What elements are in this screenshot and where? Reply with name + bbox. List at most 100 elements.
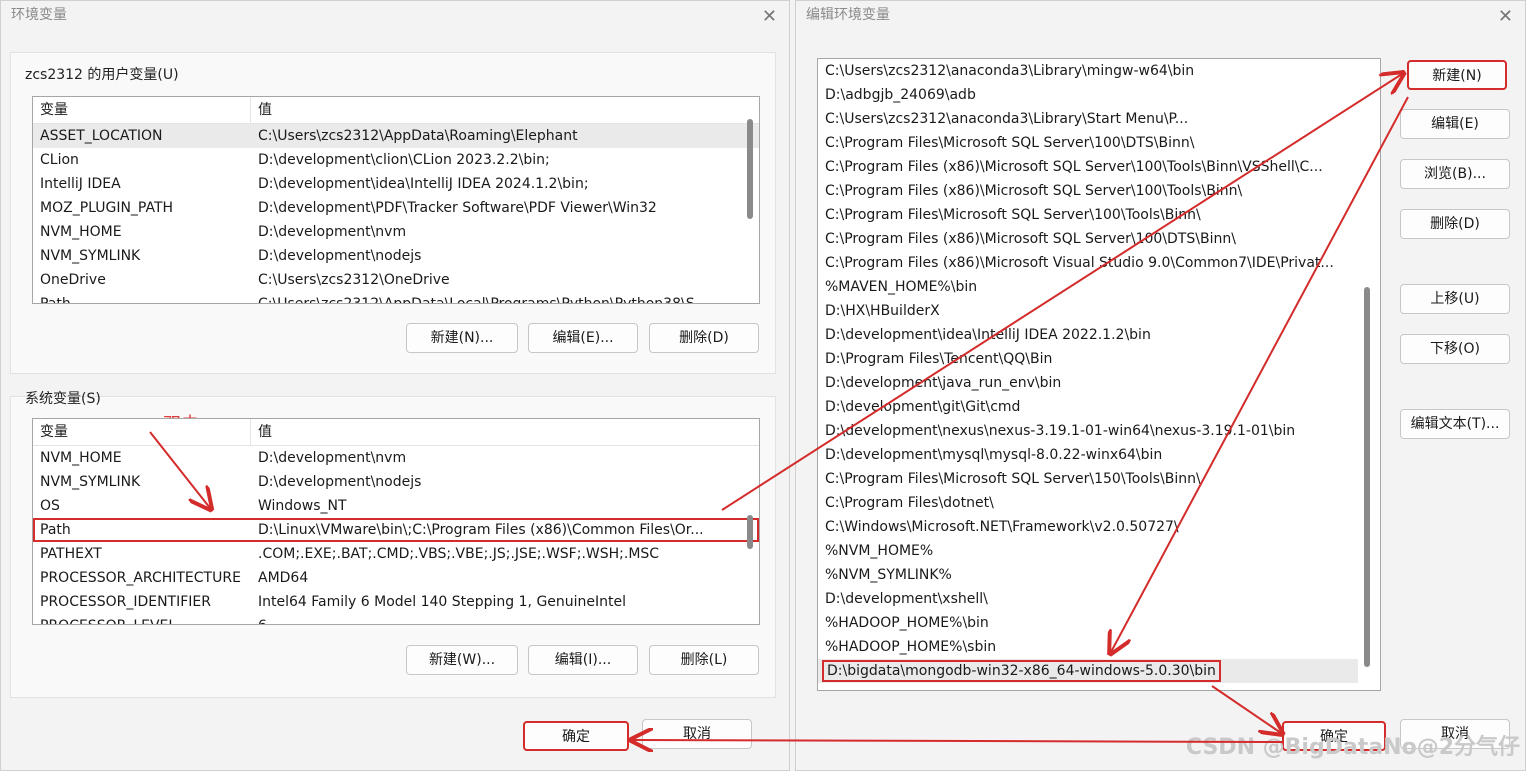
- path-entry[interactable]: D:\development\nexus\nexus-3.19.1-01-win…: [818, 419, 1358, 443]
- variable-name-cell: NVM_SYMLINK: [40, 474, 141, 490]
- path-entry-text: C:\Users\zcs2312\anaconda3\Library\Start…: [825, 111, 1189, 127]
- table-row[interactable]: NVM_HOME D:\development\nvm: [33, 446, 759, 470]
- table-row[interactable]: Path D:\Linux\VMware\bin\;C:\Program File…: [33, 518, 759, 542]
- path-delete-button[interactable]: 删除(D): [1400, 209, 1510, 239]
- column-header-value[interactable]: 值: [251, 97, 272, 123]
- path-move-down-button[interactable]: 下移(O): [1400, 334, 1510, 364]
- table-row[interactable]: ASSET_LOCATION C:\Users\zcs2312\AppData\R…: [33, 124, 759, 148]
- table-row[interactable]: NVM_SYMLINK D:\development\nodejs: [33, 470, 759, 494]
- variable-name-cell: OneDrive: [40, 272, 106, 288]
- path-browse-button[interactable]: 浏览(B)...: [1400, 159, 1510, 189]
- variable-value-cell: C:\Users\zcs2312\OneDrive: [258, 272, 450, 288]
- path-move-up-button[interactable]: 上移(U): [1400, 284, 1510, 314]
- path-entry[interactable]: %MAVEN_HOME%\bin: [818, 275, 1358, 299]
- path-entry-text: %MAVEN_HOME%\bin: [825, 279, 978, 295]
- table-row[interactable]: NVM_SYMLINK D:\development\nodejs: [33, 244, 759, 268]
- system-variables-table[interactable]: 变量 值 NVM_HOME D:\development\nvm NVM_SYMLI…: [32, 418, 760, 625]
- table-row[interactable]: MOZ_PLUGIN_PATH D:\development\PDF\Tracke…: [33, 196, 759, 220]
- variable-name-cell: OS: [40, 498, 60, 514]
- path-entry[interactable]: C:\Program Files\Microsoft SQL Server\10…: [818, 131, 1358, 155]
- variable-value-cell: D:\development\idea\IntelliJ IDEA 2024.1…: [258, 176, 589, 192]
- close-icon[interactable]: ✕: [1498, 3, 1513, 31]
- path-entry[interactable]: C:\Program Files (x86)\Microsoft SQL Ser…: [818, 179, 1358, 203]
- path-entry[interactable]: D:\HX\HBuilderX: [818, 299, 1358, 323]
- path-entry[interactable]: D:\adbgjb_24069\adb: [818, 83, 1358, 107]
- variable-value-cell: C:\Users\zcs2312\AppData\Roaming\Elephan…: [258, 128, 578, 144]
- path-entry-text: D:\development\git\Git\cmd: [825, 399, 1021, 415]
- path-entries-list[interactable]: C:\Users\zcs2312\anaconda3\Library\mingw…: [817, 58, 1381, 691]
- user-delete-button[interactable]: 删除(D): [649, 323, 759, 353]
- path-entry[interactable]: D:\development\mysql\mysql-8.0.22-winx64…: [818, 443, 1358, 467]
- table-row[interactable]: PROCESSOR_LEVEL6: [33, 614, 759, 624]
- path-entry-text: C:\Program Files\Microsoft SQL Server\10…: [825, 135, 1195, 151]
- path-entry-text: D:\development\java_run_env\bin: [825, 375, 1062, 391]
- path-entry[interactable]: D:\development\git\Git\cmd: [818, 395, 1358, 419]
- user-table-scrollbar[interactable]: [747, 119, 753, 219]
- path-entry[interactable]: %NVM_SYMLINK%: [818, 563, 1358, 587]
- left-ok-button[interactable]: 确定: [523, 721, 629, 751]
- system-edit-button[interactable]: 编辑(I)...: [528, 645, 638, 675]
- system-new-button[interactable]: 新建(W)...: [406, 645, 518, 675]
- table-row[interactable]: OS Windows_NT: [33, 494, 759, 518]
- user-edit-button[interactable]: 编辑(E)...: [528, 323, 638, 353]
- user-variables-table[interactable]: 变量 值 ASSET_LOCATION C:\Users\zcs2312\AppD…: [32, 96, 760, 304]
- path-entry-text: C:\Program Files\dotnet\: [825, 495, 994, 511]
- path-new-button[interactable]: 新建(N): [1407, 60, 1507, 90]
- path-entry[interactable]: C:\Program Files (x86)\Microsoft SQL Ser…: [818, 227, 1358, 251]
- variable-name-cell: CLion: [40, 152, 79, 168]
- variable-name-cell: NVM_SYMLINK: [40, 248, 141, 264]
- path-entry[interactable]: D:\Program Files\Tencent\QQ\Bin: [818, 347, 1358, 371]
- variable-value-cell: D:\development\nodejs: [258, 474, 422, 490]
- path-entry[interactable]: C:\Users\zcs2312\anaconda3\Library\Start…: [818, 107, 1358, 131]
- table-row[interactable]: NVM_HOME D:\development\nvm: [33, 220, 759, 244]
- column-header-variable[interactable]: 变量: [33, 419, 251, 445]
- path-entry[interactable]: C:\Program Files (x86)\Microsoft Visual …: [818, 251, 1358, 275]
- path-list-scrollbar[interactable]: [1364, 287, 1370, 667]
- table-row[interactable]: PROCESSOR_IDENTIFIER Intel64 Family 6 Mod…: [33, 590, 759, 614]
- path-entry[interactable]: D:\development\idea\IntelliJ IDEA 2022.1…: [818, 323, 1358, 347]
- path-entry-text: %HADOOP_HOME%\sbin: [825, 639, 997, 655]
- table-row[interactable]: OneDrive C:\Users\zcs2312\OneDrive: [33, 268, 759, 292]
- path-edit-text-button[interactable]: 编辑文本(T)...: [1400, 409, 1510, 439]
- path-entry[interactable]: C:\Program Files\Microsoft SQL Server\15…: [818, 467, 1358, 491]
- path-entry[interactable]: %HADOOP_HOME%\sbin: [818, 635, 1358, 659]
- left-cancel-button[interactable]: 取消: [642, 719, 752, 749]
- path-edit-button[interactable]: 编辑(E): [1400, 109, 1510, 139]
- user-new-button[interactable]: 新建(N)...: [406, 323, 518, 353]
- table-row[interactable]: PROCESSOR_ARCHITECTURE AMD64: [33, 566, 759, 590]
- path-entry[interactable]: %NVM_HOME%: [818, 539, 1358, 563]
- variable-name-cell: ASSET_LOCATION: [40, 128, 163, 144]
- path-entry-text: D:\bigdata\mongodb-win32-x86_64-windows-…: [822, 660, 1221, 682]
- path-entry[interactable]: C:\Program Files\dotnet\: [818, 491, 1358, 515]
- path-entry-text: D:\development\idea\IntelliJ IDEA 2022.1…: [825, 327, 1151, 343]
- path-entry[interactable]: C:\Program Files\Microsoft SQL Server\10…: [818, 203, 1358, 227]
- path-entry-text: D:\development\mysql\mysql-8.0.22-winx64…: [825, 447, 1163, 463]
- path-entry[interactable]: D:\development\xshell\: [818, 587, 1358, 611]
- user-variables-label: zcs2312 的用户变量(U): [25, 67, 179, 83]
- variable-value-cell: D:\Linux\VMware\bin\;C:\Program Files (x…: [258, 522, 704, 538]
- path-entry-text: D:\HX\HBuilderX: [825, 303, 940, 319]
- path-entry[interactable]: C:\Program Files (x86)\Microsoft SQL Ser…: [818, 155, 1358, 179]
- path-entry[interactable]: D:\development\java_run_env\bin: [818, 371, 1358, 395]
- path-entry-text: %HADOOP_HOME%\bin: [825, 615, 989, 631]
- system-delete-button[interactable]: 删除(L): [649, 645, 759, 675]
- path-entry[interactable]: %HADOOP_HOME%\bin: [818, 611, 1358, 635]
- path-entry-text: C:\Program Files (x86)\Microsoft SQL Ser…: [825, 159, 1323, 175]
- path-entry-text: C:\Program Files\Microsoft SQL Server\10…: [825, 207, 1201, 223]
- variable-name-cell: NVM_HOME: [40, 224, 122, 240]
- variable-value-cell: D:\development\nvm: [258, 224, 407, 240]
- path-entry[interactable]: D:\bigdata\mongodb-win32-x86_64-windows-…: [818, 659, 1358, 683]
- path-entry[interactable]: C:\Users\zcs2312\anaconda3\Library\mingw…: [818, 59, 1358, 83]
- column-header-value[interactable]: 值: [251, 419, 272, 445]
- table-row[interactable]: CLion D:\development\clion\CLion 2023.2.2…: [33, 148, 759, 172]
- table-row[interactable]: PATHEXT .COM;.EXE;.BAT;.CMD;.VBS;.VBE;.JS…: [33, 542, 759, 566]
- column-header-variable[interactable]: 变量: [33, 97, 251, 123]
- table-row[interactable]: IntelliJ IDEA D:\development\idea\Intelli…: [33, 172, 759, 196]
- system-table-scrollbar[interactable]: [747, 515, 753, 549]
- close-icon[interactable]: ✕: [762, 3, 777, 31]
- variable-value-cell: Windows_NT: [258, 498, 347, 514]
- table-row[interactable]: Path C:\Users\zcs2312\AppData\Local\Progr…: [33, 292, 759, 303]
- path-entry-text: D:\Program Files\Tencent\QQ\Bin: [825, 351, 1053, 367]
- path-entry-text: D:\development\xshell\: [825, 591, 988, 607]
- path-entry[interactable]: C:\Windows\Microsoft.NET\Framework\v2.0.…: [818, 515, 1358, 539]
